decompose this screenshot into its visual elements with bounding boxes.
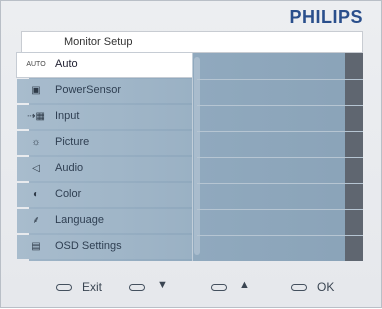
menu-item-label: OSD Settings <box>55 240 122 252</box>
menu-item-language[interactable]: ⸙ Language <box>17 209 192 233</box>
menu-item-label: Color <box>55 188 82 200</box>
submenu-row-line <box>197 235 363 236</box>
language-icon: ⸙ <box>32 215 40 226</box>
submenu-row-line <box>197 157 363 158</box>
submenu-row-line <box>197 79 363 80</box>
menu-item-label: Audio <box>55 162 84 174</box>
submenu-row-line <box>197 131 363 132</box>
title-bar: Monitor Setup <box>21 31 363 53</box>
menu-item-auto[interactable]: AUTO Auto <box>16 52 193 78</box>
auto-icon: AUTO <box>26 61 46 68</box>
exit-button[interactable]: Exit <box>56 279 116 299</box>
footer-button-bar: Exit ▼ ▲ OK <box>1 269 382 309</box>
osd-settings-icon: ▤ <box>31 241 41 252</box>
up-arrow-icon: ▲ <box>239 279 250 291</box>
menu-item-audio[interactable]: ◁ Audio <box>17 157 192 181</box>
menu-divider <box>192 53 193 261</box>
menu-item-powersensor[interactable]: ▣ PowerSensor <box>17 79 192 103</box>
color-icon: ◐ <box>32 189 40 200</box>
audio-icon: ◁ <box>32 163 40 174</box>
ok-button[interactable]: OK <box>291 279 341 299</box>
submenu-row-line <box>197 105 363 106</box>
menu-item-label: Auto <box>55 58 78 70</box>
menu-item-input[interactable]: ⇢▦ Input <box>17 105 192 129</box>
powersensor-icon: ▣ <box>31 85 41 96</box>
menu-item-color[interactable]: ◐ Color <box>17 183 192 207</box>
menu-item-label: Language <box>55 214 104 226</box>
submenu-row-line <box>197 183 363 184</box>
down-arrow-icon: ▼ <box>157 279 168 291</box>
menu-item-picture[interactable]: ☼ Picture <box>17 131 192 155</box>
menu-item-label: Picture <box>55 136 90 148</box>
ok-label: OK <box>317 280 335 294</box>
picture-icon: ☼ <box>31 137 41 148</box>
pill-button-icon <box>129 284 145 291</box>
pill-button-icon <box>56 284 72 291</box>
down-button[interactable]: ▼ <box>129 279 173 299</box>
exit-label: Exit <box>82 280 103 294</box>
window-title: Monitor Setup <box>64 36 133 48</box>
osd-window: PHILIPS Monitor Setup AUTO Auto ▣ PowerS… <box>0 0 382 308</box>
brand-logo: PHILIPS <box>289 7 363 27</box>
submenu-scroll-column <box>194 57 200 255</box>
osd-menu: AUTO Auto ▣ PowerSensor ⇢▦ Input ☼ Pictu… <box>16 52 193 261</box>
pill-button-icon <box>291 284 307 291</box>
pill-button-icon <box>211 284 227 291</box>
menu-item-label: Input <box>55 110 80 122</box>
input-icon: ⇢▦ <box>27 111 45 122</box>
menu-item-osd-settings[interactable]: ▤ OSD Settings <box>17 235 192 259</box>
menu-item-label: PowerSensor <box>55 84 122 96</box>
up-button[interactable]: ▲ <box>211 279 255 299</box>
submenu-row-line <box>197 209 363 210</box>
